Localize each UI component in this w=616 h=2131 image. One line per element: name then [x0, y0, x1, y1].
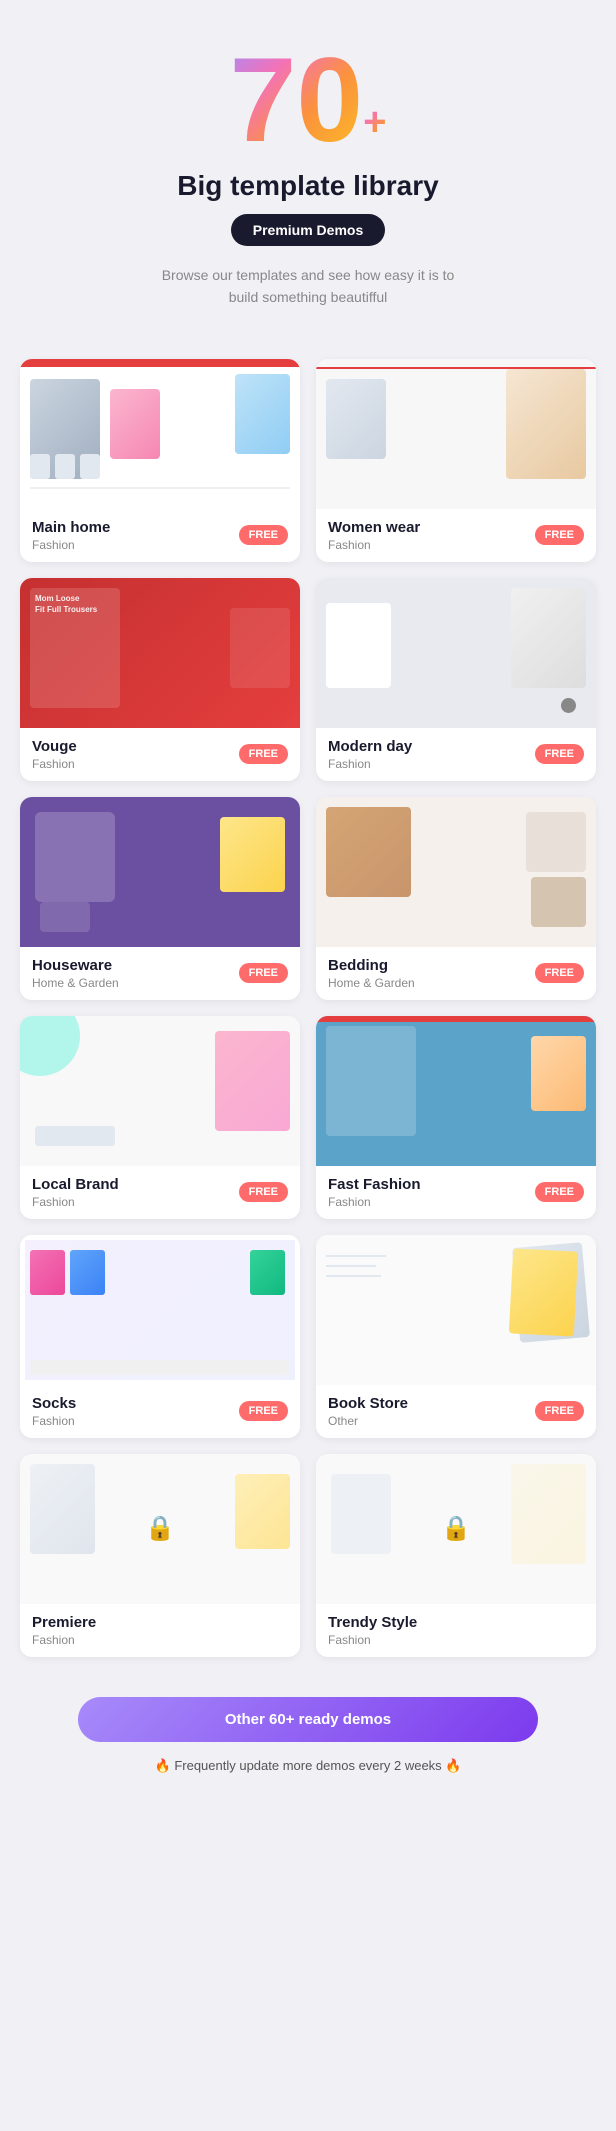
- locked-overlay-trendy: 🔒: [316, 1454, 596, 1604]
- free-badge-socks: FREE: [239, 1401, 288, 1421]
- card-footer-bedding: Bedding Home & Garden FREE: [316, 947, 596, 1000]
- card-cat-socks: Fashion: [32, 1414, 239, 1428]
- card-book-store[interactable]: Book Store Other FREE: [316, 1235, 596, 1438]
- hero-title: Big template library: [20, 170, 596, 202]
- card-image-trendy-style: 🔒: [316, 1454, 596, 1604]
- card-vouge[interactable]: Mom LooseFit Full Trousers Vouge Fashion…: [20, 578, 300, 781]
- card-cat-women-wear: Fashion: [328, 538, 535, 552]
- number-display: 70: [230, 40, 363, 160]
- card-name-local-brand: Local Brand: [32, 1176, 239, 1193]
- card-footer-socks: Socks Fashion FREE: [20, 1385, 300, 1438]
- card-cat-local-brand: Fashion: [32, 1195, 239, 1209]
- card-footer-fast-fashion: Fast Fashion Fashion FREE: [316, 1166, 596, 1219]
- card-footer-local-brand: Local Brand Fashion FREE: [20, 1166, 300, 1219]
- card-footer-trendy-style: Trendy Style Fashion: [316, 1604, 596, 1657]
- template-grid: Main home Fashion FREE Women wear Fashio…: [0, 339, 616, 1677]
- card-footer-main-home: Main home Fashion FREE: [20, 509, 300, 562]
- card-cat-trendy-style: Fashion: [328, 1633, 584, 1647]
- card-footer-houseware: Houseware Home & Garden FREE: [20, 947, 300, 1000]
- card-cat-fast-fashion: Fashion: [328, 1195, 535, 1209]
- free-badge-women-wear: FREE: [535, 525, 584, 545]
- bottom-section: Other 60+ ready demos 🔥 Frequently updat…: [0, 1677, 616, 1794]
- free-badge-vouge: FREE: [239, 744, 288, 764]
- plus-sign: +: [363, 100, 386, 144]
- free-badge-main-home: FREE: [239, 525, 288, 545]
- card-main-home[interactable]: Main home Fashion FREE: [20, 359, 300, 562]
- card-name-houseware: Houseware: [32, 957, 239, 974]
- card-name-bedding: Bedding: [328, 957, 535, 974]
- card-image-modern-day: [316, 578, 596, 728]
- card-cat-main-home: Fashion: [32, 538, 239, 552]
- hero-number: 70+: [20, 40, 596, 160]
- card-women-wear[interactable]: Women wear Fashion FREE: [316, 359, 596, 562]
- card-footer-book-store: Book Store Other FREE: [316, 1385, 596, 1438]
- free-badge-book-store: FREE: [535, 1401, 584, 1421]
- free-badge-local-brand: FREE: [239, 1182, 288, 1202]
- card-image-vouge: Mom LooseFit Full Trousers: [20, 578, 300, 728]
- card-name-book-store: Book Store: [328, 1395, 535, 1412]
- locked-overlay-premiere: 🔒: [20, 1454, 300, 1604]
- hero-section: 70+ Big template library Premium Demos B…: [0, 0, 616, 339]
- lock-icon: 🔒: [145, 1514, 175, 1543]
- card-name-premiere: Premiere: [32, 1614, 288, 1631]
- card-footer-women-wear: Women wear Fashion FREE: [316, 509, 596, 562]
- card-name-trendy-style: Trendy Style: [328, 1614, 584, 1631]
- card-footer-vouge: Vouge Fashion FREE: [20, 728, 300, 781]
- premium-badge: Premium Demos: [231, 214, 385, 246]
- card-name-women-wear: Women wear: [328, 519, 535, 536]
- card-image-houseware: [20, 797, 300, 947]
- card-name-vouge: Vouge: [32, 738, 239, 755]
- card-bedding[interactable]: Bedding Home & Garden FREE: [316, 797, 596, 1000]
- card-cat-vouge: Fashion: [32, 757, 239, 771]
- card-image-socks: [20, 1235, 300, 1385]
- card-image-local-brand: [20, 1016, 300, 1166]
- hero-description: Browse our templates and see how easy it…: [148, 264, 468, 309]
- free-badge-houseware: FREE: [239, 963, 288, 983]
- card-footer-premiere: Premiere Fashion: [20, 1604, 300, 1657]
- card-name-main-home: Main home: [32, 519, 239, 536]
- card-cat-book-store: Other: [328, 1414, 535, 1428]
- card-image-women-wear: [316, 359, 596, 509]
- free-badge-modern-day: FREE: [535, 744, 584, 764]
- card-cat-bedding: Home & Garden: [328, 976, 535, 990]
- other-demos-button[interactable]: Other 60+ ready demos: [78, 1697, 539, 1742]
- card-image-fast-fashion: [316, 1016, 596, 1166]
- card-socks[interactable]: Socks Fashion FREE: [20, 1235, 300, 1438]
- free-badge-fast-fashion: FREE: [535, 1182, 584, 1202]
- card-local-brand[interactable]: Local Brand Fashion FREE: [20, 1016, 300, 1219]
- free-badge-bedding: FREE: [535, 963, 584, 983]
- card-fast-fashion[interactable]: Fast Fashion Fashion FREE: [316, 1016, 596, 1219]
- card-modern-day[interactable]: Modern day Fashion FREE: [316, 578, 596, 781]
- card-houseware[interactable]: Houseware Home & Garden FREE: [20, 797, 300, 1000]
- card-footer-modern-day: Modern day Fashion FREE: [316, 728, 596, 781]
- card-name-fast-fashion: Fast Fashion: [328, 1176, 535, 1193]
- card-image-premiere: 🔒: [20, 1454, 300, 1604]
- card-trendy-style[interactable]: 🔒 Trendy Style Fashion: [316, 1454, 596, 1657]
- card-cat-houseware: Home & Garden: [32, 976, 239, 990]
- card-name-socks: Socks: [32, 1395, 239, 1412]
- card-image-main-home: [20, 359, 300, 509]
- lock-icon-trendy: 🔒: [441, 1514, 471, 1543]
- card-cat-modern-day: Fashion: [328, 757, 535, 771]
- card-image-bedding: [316, 797, 596, 947]
- card-image-book-store: [316, 1235, 596, 1385]
- card-premiere[interactable]: 🔒 Premiere Fashion: [20, 1454, 300, 1657]
- update-notice: 🔥 Frequently update more demos every 2 w…: [20, 1758, 596, 1774]
- card-cat-premiere: Fashion: [32, 1633, 288, 1647]
- card-name-modern-day: Modern day: [328, 738, 535, 755]
